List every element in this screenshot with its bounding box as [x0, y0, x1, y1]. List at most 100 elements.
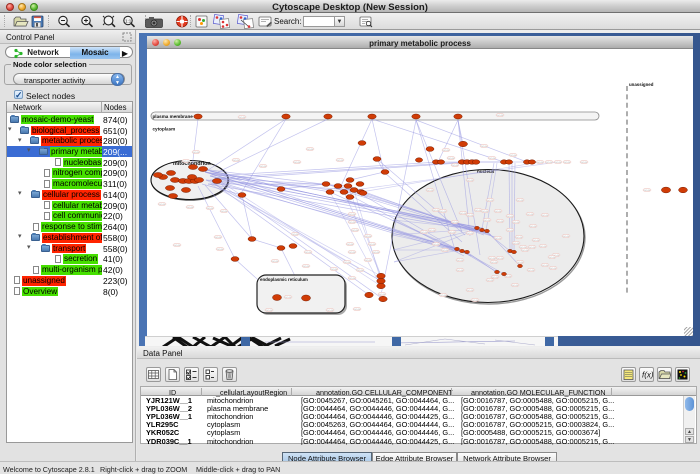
- svg-text:GO:04: GO:04: [549, 257, 556, 259]
- svg-text:GO:04: GO:04: [492, 277, 499, 279]
- svg-text:GO:04: GO:04: [239, 117, 246, 119]
- svg-text:GO:04: GO:04: [564, 162, 571, 164]
- svg-text:GO:04: GO:04: [517, 200, 524, 202]
- svg-text:GO:04: GO:04: [513, 243, 520, 245]
- svg-text:GO:04: GO:04: [331, 269, 338, 271]
- svg-text:GO:04: GO:04: [516, 237, 523, 239]
- svg-text:GO:04: GO:04: [512, 285, 519, 287]
- svg-text:GO:04: GO:04: [344, 262, 351, 264]
- svg-text:GO:04: GO:04: [433, 244, 440, 246]
- svg-text:GO:04: GO:04: [533, 240, 540, 242]
- svg-text:GO:04: GO:04: [187, 207, 194, 209]
- svg-text:1:1: 1:1: [125, 19, 132, 24]
- svg-text:GO:04: GO:04: [581, 162, 588, 164]
- svg-text:GO:04: GO:04: [507, 216, 514, 218]
- svg-text:GO:04: GO:04: [505, 276, 512, 278]
- svg-text:GO:04: GO:04: [305, 252, 312, 254]
- svg-text:unassigned: unassigned: [629, 82, 654, 87]
- svg-text:GO:04: GO:04: [452, 222, 459, 224]
- svg-text:GO:04: GO:04: [491, 262, 498, 264]
- svg-text:GO:04: GO:04: [452, 165, 459, 167]
- svg-text:GO:04: GO:04: [303, 266, 310, 268]
- svg-text:GO:04: GO:04: [497, 221, 504, 223]
- svg-text:GO:04: GO:04: [497, 115, 504, 117]
- svg-text:GO:04: GO:04: [285, 297, 292, 299]
- svg-text:GO:04: GO:04: [266, 310, 273, 312]
- svg-text:GO:04: GO:04: [530, 226, 537, 228]
- svg-text:GO:04: GO:04: [489, 158, 496, 160]
- svg-text:GO:04: GO:04: [349, 214, 356, 216]
- svg-text:GO:04: GO:04: [365, 236, 372, 238]
- svg-text:GO:04: GO:04: [440, 295, 447, 297]
- svg-text:GO:04: GO:04: [546, 162, 553, 164]
- svg-text:GO:04: GO:04: [193, 152, 200, 154]
- svg-text:GO:04: GO:04: [550, 268, 557, 270]
- svg-text:GO:04: GO:04: [484, 220, 491, 222]
- svg-text:GO:04: GO:04: [349, 252, 356, 254]
- svg-text:GO:04: GO:04: [529, 247, 536, 249]
- svg-text:GO:04: GO:04: [460, 213, 467, 215]
- svg-text:GO:04: GO:04: [528, 270, 535, 272]
- svg-text:GO:04: GO:04: [527, 214, 534, 216]
- svg-text:GO:04: GO:04: [294, 162, 301, 164]
- svg-text:f(x): f(x): [642, 371, 653, 380]
- svg-text:GO:04: GO:04: [307, 149, 314, 151]
- svg-text:GO:04: GO:04: [522, 250, 529, 252]
- svg-text:GO:04: GO:04: [221, 211, 228, 213]
- svg-text:GO:04: GO:04: [217, 249, 224, 251]
- svg-text:GO:04: GO:04: [495, 211, 502, 213]
- svg-text:GO:04: GO:04: [347, 244, 354, 246]
- svg-text:GO:04: GO:04: [542, 215, 549, 217]
- svg-text:GO:04: GO:04: [448, 158, 455, 160]
- svg-text:GO:04: GO:04: [369, 244, 376, 246]
- svg-text:GO:04: GO:04: [159, 204, 166, 206]
- svg-text:GO:04: GO:04: [487, 200, 494, 202]
- svg-text:GO:04: GO:04: [233, 160, 240, 162]
- svg-text:GO:04: GO:04: [349, 222, 356, 224]
- svg-text:GO:04: GO:04: [373, 252, 380, 254]
- svg-text:GO:04: GO:04: [443, 150, 450, 152]
- svg-text:endoplasmic reticulum: endoplasmic reticulum: [260, 277, 308, 282]
- svg-text:GO:04: GO:04: [467, 180, 474, 182]
- svg-text:GO:04: GO:04: [429, 230, 436, 232]
- svg-text:GO:04: GO:04: [472, 300, 479, 302]
- svg-text:GO:04: GO:04: [215, 237, 222, 239]
- svg-text:GO:04: GO:04: [487, 280, 494, 282]
- svg-text:GO:04: GO:04: [497, 258, 504, 260]
- svg-text:GO:04: GO:04: [327, 310, 334, 312]
- svg-text:GO:04: GO:04: [427, 190, 434, 192]
- svg-text:GO:04: GO:04: [540, 246, 547, 248]
- svg-text:GO:04: GO:04: [440, 211, 447, 213]
- svg-text:GO:04: GO:04: [260, 166, 267, 168]
- svg-text:GO:04: GO:04: [513, 222, 520, 224]
- svg-text:GO:04: GO:04: [174, 245, 181, 247]
- svg-text:GO:04: GO:04: [510, 155, 517, 157]
- svg-text:cytoplasm: cytoplasm: [153, 127, 176, 132]
- svg-text:GO:04: GO:04: [357, 270, 364, 272]
- svg-text:GO:04: GO:04: [292, 234, 299, 236]
- svg-text:GO:04: GO:04: [467, 290, 474, 292]
- svg-text:GO:04: GO:04: [352, 230, 359, 232]
- svg-text:GO:04: GO:04: [520, 247, 527, 249]
- svg-text:GO:04: GO:04: [421, 232, 428, 234]
- svg-text:GO:04: GO:04: [354, 309, 361, 311]
- svg-text:GO:04: GO:04: [272, 261, 279, 263]
- svg-text:GO:04: GO:04: [365, 260, 372, 262]
- svg-text:GO:04: GO:04: [449, 232, 456, 234]
- svg-text:GO:04: GO:04: [555, 162, 562, 164]
- svg-text:GO:04: GO:04: [379, 294, 386, 296]
- svg-text:GO:04: GO:04: [489, 258, 496, 260]
- svg-text:GO:04: GO:04: [482, 211, 489, 213]
- svg-text:GO:04: GO:04: [207, 208, 214, 210]
- svg-text:GO:04: GO:04: [495, 238, 502, 240]
- svg-text:GO:04: GO:04: [507, 230, 514, 232]
- svg-text:GO:04: GO:04: [517, 262, 524, 264]
- svg-text:GO:04: GO:04: [183, 161, 190, 163]
- svg-text:GO:04: GO:04: [467, 233, 474, 235]
- svg-text:GO:04: GO:04: [542, 265, 549, 267]
- svg-text:GO:04: GO:04: [349, 278, 356, 280]
- svg-text:GO:04: GO:04: [467, 215, 474, 217]
- svg-text:GO:04: GO:04: [563, 236, 570, 238]
- svg-text:GO:04: GO:04: [457, 260, 464, 262]
- svg-text:GO:04: GO:04: [644, 190, 651, 192]
